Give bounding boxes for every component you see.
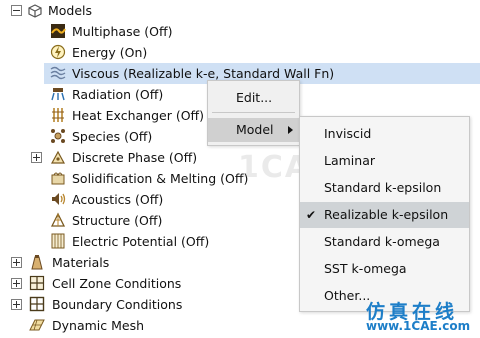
menu-item-label: Model <box>236 122 274 137</box>
tree-label: Electric Potential (Off) <box>72 234 210 249</box>
models-cube-icon <box>28 4 42 18</box>
submenu-item-label: Laminar <box>324 153 375 168</box>
tree-node-electric-potential[interactable]: Electric Potential (Off) <box>0 231 300 252</box>
menu-item-edit[interactable]: Edit... <box>208 86 299 110</box>
tree-node-heat-exchanger[interactable]: Heat Exchanger (Off) <box>0 105 207 126</box>
tree-node-cell-zone[interactable]: Cell Zone Conditions <box>0 273 300 294</box>
menu-separator <box>212 112 295 113</box>
tree-node-materials[interactable]: Materials <box>0 252 300 273</box>
collapse-icon[interactable] <box>11 5 22 16</box>
cell-zone-icon <box>29 275 45 291</box>
tree-node-acoustics[interactable]: Acoustics (Off) <box>0 189 300 210</box>
tree-label: Heat Exchanger (Off) <box>72 108 205 123</box>
models-label: Models <box>48 3 93 18</box>
expand-icon[interactable] <box>11 299 22 310</box>
submenu-item-label: Standard k-omega <box>324 234 440 249</box>
tree-node-models[interactable]: Models <box>0 0 480 21</box>
tree-label: Multiphase (Off) <box>72 24 173 39</box>
energy-icon <box>50 44 66 60</box>
tree-node-energy[interactable]: Energy (On) <box>0 42 300 63</box>
submenu-item-standard-k-omega[interactable]: Standard k-omega <box>300 229 469 255</box>
tree-label: Radiation (Off) <box>72 87 164 102</box>
structure-icon <box>50 212 66 227</box>
submenu-item-label: Standard k-epsilon <box>324 180 442 195</box>
submenu-item-inviscid[interactable]: Inviscid <box>300 121 469 147</box>
heat-exchanger-icon <box>52 108 64 122</box>
tree-label: Dynamic Mesh <box>52 318 145 333</box>
site-watermark: 仿真在线 www.1CAE.com <box>362 297 478 337</box>
tree-node-multiphase[interactable]: Multiphase (Off) <box>0 21 300 42</box>
menu-item-label: Edit... <box>236 90 273 105</box>
tree-label: Species (Off) <box>72 129 153 144</box>
expand-icon[interactable] <box>31 152 42 163</box>
boundary-conditions-icon <box>29 296 45 312</box>
expand-icon[interactable] <box>11 278 22 289</box>
submenu-item-label: Inviscid <box>324 126 372 141</box>
submenu-arrow-icon <box>288 126 293 134</box>
context-menu: Edit... Model <box>207 80 300 146</box>
menu-item-model[interactable]: Model <box>208 118 299 142</box>
tree-label: Energy (On) <box>72 45 148 60</box>
submenu-item-sst-k-omega[interactable]: SST k-omega <box>300 256 469 282</box>
tree-label: Acoustics (Off) <box>72 192 164 207</box>
watermark-url: www.1CAE.com <box>366 319 471 333</box>
tree-node-dynamic-mesh[interactable]: Dynamic Mesh <box>0 315 300 336</box>
solidification-icon <box>51 172 65 185</box>
discrete-phase-icon <box>50 150 66 164</box>
multiphase-icon <box>51 24 66 38</box>
submenu-item-standard-k-epsilon[interactable]: Standard k-epsilon <box>300 175 469 201</box>
tree-label: Boundary Conditions <box>52 297 183 312</box>
submenu-item-label: SST k-omega <box>324 261 407 276</box>
species-icon <box>51 129 65 143</box>
tree-label: Discrete Phase (Off) <box>72 150 198 165</box>
tree-label: Materials <box>52 255 110 270</box>
materials-icon <box>31 255 43 270</box>
submenu-item-realizable-k-epsilon[interactable]: ✔ Realizable k-epsilon <box>300 202 469 228</box>
submenu-item-label: Realizable k-epsilon <box>324 207 449 222</box>
tree-label: Cell Zone Conditions <box>52 276 182 291</box>
checkmark-icon: ✔ <box>306 208 317 222</box>
model-submenu: Inviscid Laminar Standard k-epsilon ✔ Re… <box>299 116 470 312</box>
tree-node-structure[interactable]: Structure (Off) <box>0 210 300 231</box>
submenu-item-laminar[interactable]: Laminar <box>300 148 469 174</box>
electric-potential-icon <box>51 233 65 249</box>
expand-icon[interactable] <box>11 257 22 268</box>
tree-node-radiation[interactable]: Radiation (Off) <box>0 84 207 105</box>
tree-label: Solidification & Melting (Off) <box>72 171 249 186</box>
radiation-icon <box>51 88 65 101</box>
tree-node-boundary-conditions[interactable]: Boundary Conditions <box>0 294 300 315</box>
tree-label: Structure (Off) <box>72 213 163 228</box>
acoustics-icon <box>52 193 66 205</box>
dynamic-mesh-icon <box>29 319 45 331</box>
tree-node-species[interactable]: Species (Off) <box>0 126 207 147</box>
viscous-icon <box>50 66 66 80</box>
